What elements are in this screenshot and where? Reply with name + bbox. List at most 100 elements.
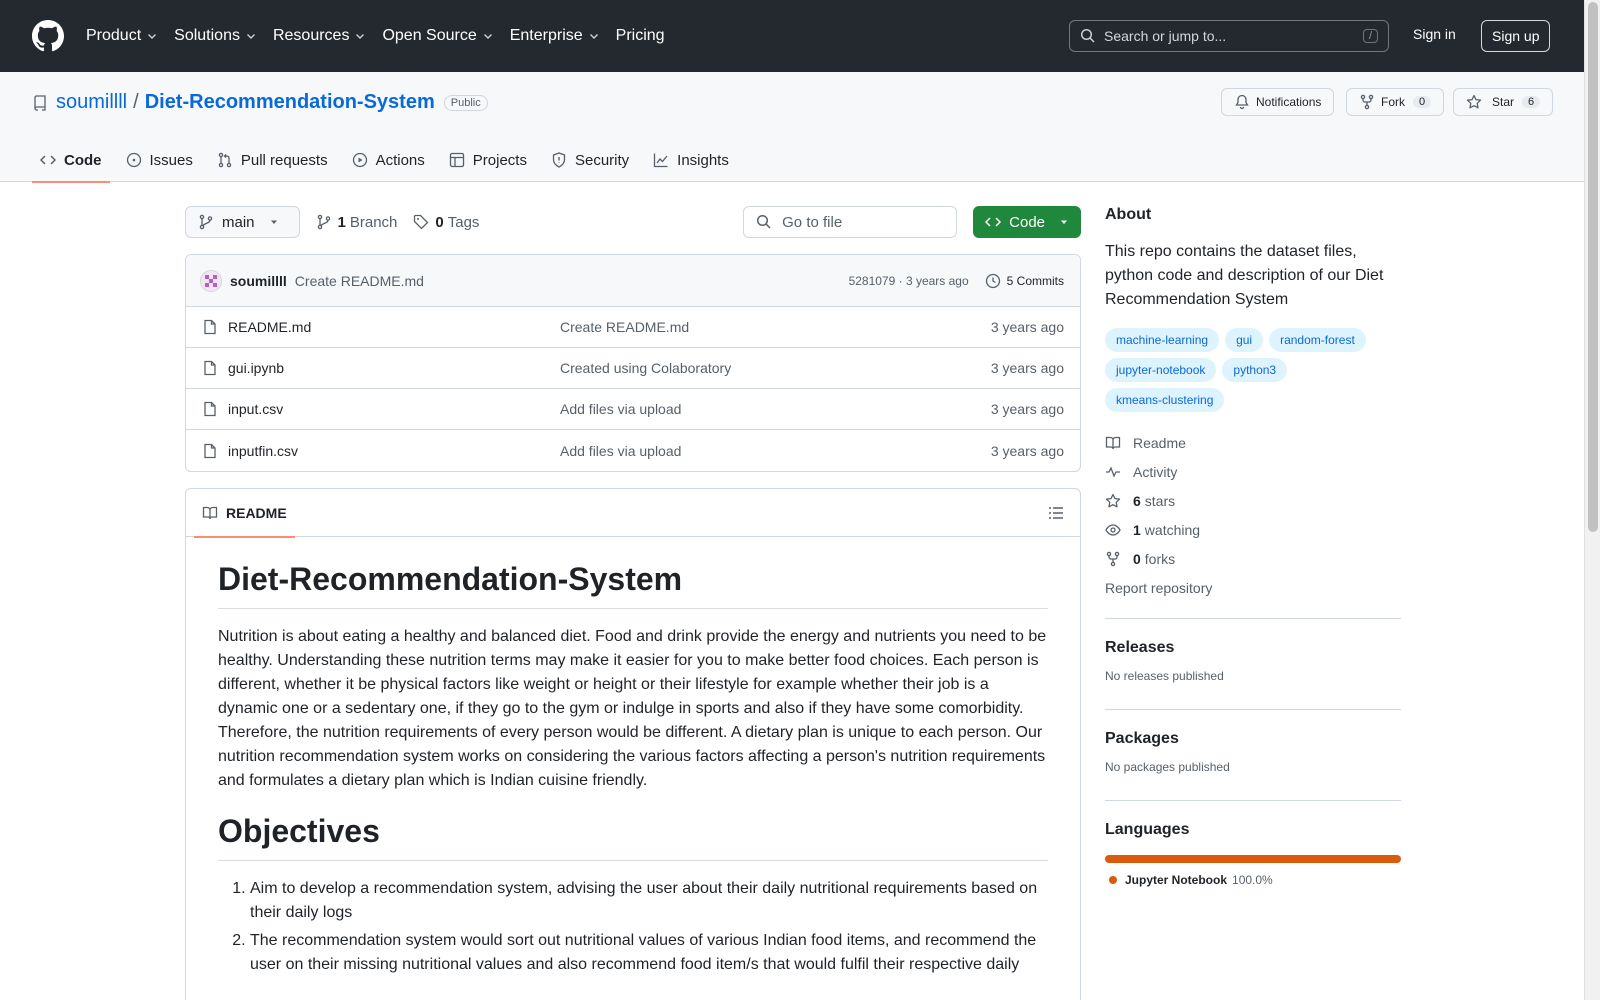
tab-projects[interactable]: Projects (441, 138, 535, 182)
topic-tag[interactable]: python3 (1222, 358, 1288, 382)
nav-pricing[interactable]: Pricing (616, 27, 665, 45)
tag-icon (414, 214, 429, 230)
tab-insights[interactable]: Insights (645, 138, 737, 182)
tab-code[interactable]: Code (32, 138, 110, 183)
code-icon (40, 155, 56, 165)
forks-label: forks (1144, 550, 1176, 567)
file-name[interactable]: input.csv (228, 401, 560, 417)
commit-author[interactable]: soumillll (230, 273, 287, 289)
search-input[interactable]: Search or jump to... / (1069, 20, 1389, 52)
global-header: Product Solutions Resources Open Source … (0, 0, 1584, 72)
tags-link[interactable]: 0 Tags (413, 214, 479, 231)
stars-link[interactable]: 6 stars (1105, 486, 1401, 515)
nav-open-source[interactable]: Open Source (382, 27, 493, 45)
topic-tag[interactable]: kmeans-clustering (1105, 388, 1225, 412)
avatar[interactable] (200, 269, 222, 292)
packages-heading[interactable]: Packages (1105, 730, 1401, 748)
nav-enterprise[interactable]: Enterprise (510, 27, 600, 45)
tab-label: Insights (677, 151, 729, 169)
branch-icon (199, 214, 213, 230)
code-dropdown-button[interactable]: Code (973, 206, 1081, 238)
file-name[interactable]: gui.ipynb (228, 360, 560, 376)
file-commit-message[interactable]: Add files via upload (560, 401, 681, 417)
shield-icon (552, 152, 566, 168)
nav-label: Pricing (615, 27, 665, 44)
nav-label: Open Source (382, 27, 477, 44)
file-commit-message[interactable]: Created using Colaboratory (560, 360, 731, 376)
topics-list: machine-learning gui random-forest jupyt… (1105, 328, 1401, 412)
about-description: This repo contains the dataset files, py… (1105, 243, 1384, 308)
forks-link[interactable]: 0 forks (1105, 544, 1401, 573)
github-logo-icon[interactable] (32, 20, 64, 52)
pulse-icon (1106, 465, 1120, 478)
scrollbar-thumb[interactable] (1588, 2, 1598, 532)
tab-pull-requests[interactable]: Pull requests (209, 138, 336, 182)
nav-solutions[interactable]: Solutions (174, 27, 257, 45)
readme-title: Diet-Recommendation-System (218, 561, 1048, 609)
languages-section: Languages Jupyter Notebook 100.0% (1105, 800, 1401, 887)
branch-selector[interactable]: main (185, 206, 300, 238)
forks-count: 0 (1133, 550, 1141, 567)
go-to-file-input[interactable]: Go to file (743, 206, 958, 238)
file-name[interactable]: inputfin.csv (228, 443, 560, 459)
nav-label: Solutions (174, 27, 240, 44)
repo-owner-link[interactable]: soumillll (56, 91, 127, 114)
file-icon (204, 443, 216, 458)
nav-product[interactable]: Product (86, 27, 158, 45)
language-bar (1105, 855, 1401, 863)
tab-label: Actions (375, 151, 425, 169)
star-button[interactable]: Star 6 (1453, 88, 1554, 116)
fork-button[interactable]: Fork 0 (1346, 88, 1445, 116)
latest-commit-bar: soumillll Create README.md 5281079 · 3 y… (186, 255, 1080, 307)
tab-security[interactable]: Security (543, 138, 637, 182)
table-of-contents-icon[interactable] (1048, 505, 1064, 521)
readme-tab-label: README (226, 504, 287, 521)
fork-count: 0 (1413, 96, 1432, 108)
topic-tag[interactable]: random-forest (1269, 328, 1366, 352)
page-scrollbar[interactable] (1584, 0, 1600, 1000)
table-row: README.md Create README.md 3 years ago (186, 307, 1080, 348)
repo-header: soumillll / Diet-Recommendation-System P… (0, 72, 1584, 183)
file-commit-message[interactable]: Add files via upload (560, 443, 681, 459)
chevron-down-icon (356, 34, 365, 39)
tab-actions[interactable]: Actions (344, 138, 433, 182)
topic-tag[interactable]: gui (1225, 328, 1264, 352)
readme-tab[interactable]: README (194, 489, 295, 538)
stars-count: 6 (1133, 492, 1141, 509)
sign-in-link[interactable]: Sign in (1413, 26, 1456, 42)
commits-link[interactable]: 5 Commits (985, 273, 1064, 289)
sign-up-button[interactable]: Sign up (1481, 20, 1551, 52)
file-age: 3 years ago (990, 319, 1064, 335)
list-item: Aim to develop a recommendation system, … (250, 877, 1048, 925)
language-item[interactable]: Jupyter Notebook 100.0% (1105, 873, 1401, 887)
star-label: Star (1492, 95, 1515, 109)
file-name[interactable]: README.md (228, 319, 560, 335)
tag-label: Tags (447, 213, 480, 231)
watching-link[interactable]: 1 watching (1105, 515, 1401, 544)
tab-label: Projects (472, 151, 527, 169)
tab-issues[interactable]: Issues (118, 138, 201, 182)
table-icon (449, 152, 464, 168)
commit-hash-time[interactable]: 5281079 · 3 years ago (849, 274, 969, 288)
tab-label: Code (64, 151, 102, 169)
repo-name-link[interactable]: Diet-Recommendation-System (145, 91, 435, 114)
readme-content: Diet-Recommendation-System Nutrition is … (186, 537, 1080, 997)
releases-heading[interactable]: Releases (1105, 639, 1401, 657)
notifications-button[interactable]: Notifications (1221, 88, 1335, 116)
activity-link[interactable]: Activity (1105, 457, 1401, 486)
nav-resources[interactable]: Resources (273, 27, 366, 45)
code-icon (985, 217, 1002, 227)
commit-message[interactable]: Create README.md (295, 273, 424, 289)
language-percent: 100.0% (1232, 873, 1273, 887)
caret-down-icon (270, 220, 277, 224)
branches-link[interactable]: 1 Branch (316, 214, 397, 231)
report-repository-link[interactable]: Report repository (1105, 573, 1401, 602)
file-icon (204, 360, 216, 376)
commits-count: 5 Commits (1006, 273, 1064, 288)
chevron-down-icon (148, 34, 157, 39)
readme-link[interactable]: Readme (1105, 428, 1401, 457)
topic-tag[interactable]: machine-learning (1105, 328, 1220, 352)
file-commit-message[interactable]: Create README.md (560, 319, 689, 335)
objectives-list: Aim to develop a recommendation system, … (218, 877, 1048, 977)
topic-tag[interactable]: jupyter-notebook (1105, 358, 1217, 382)
